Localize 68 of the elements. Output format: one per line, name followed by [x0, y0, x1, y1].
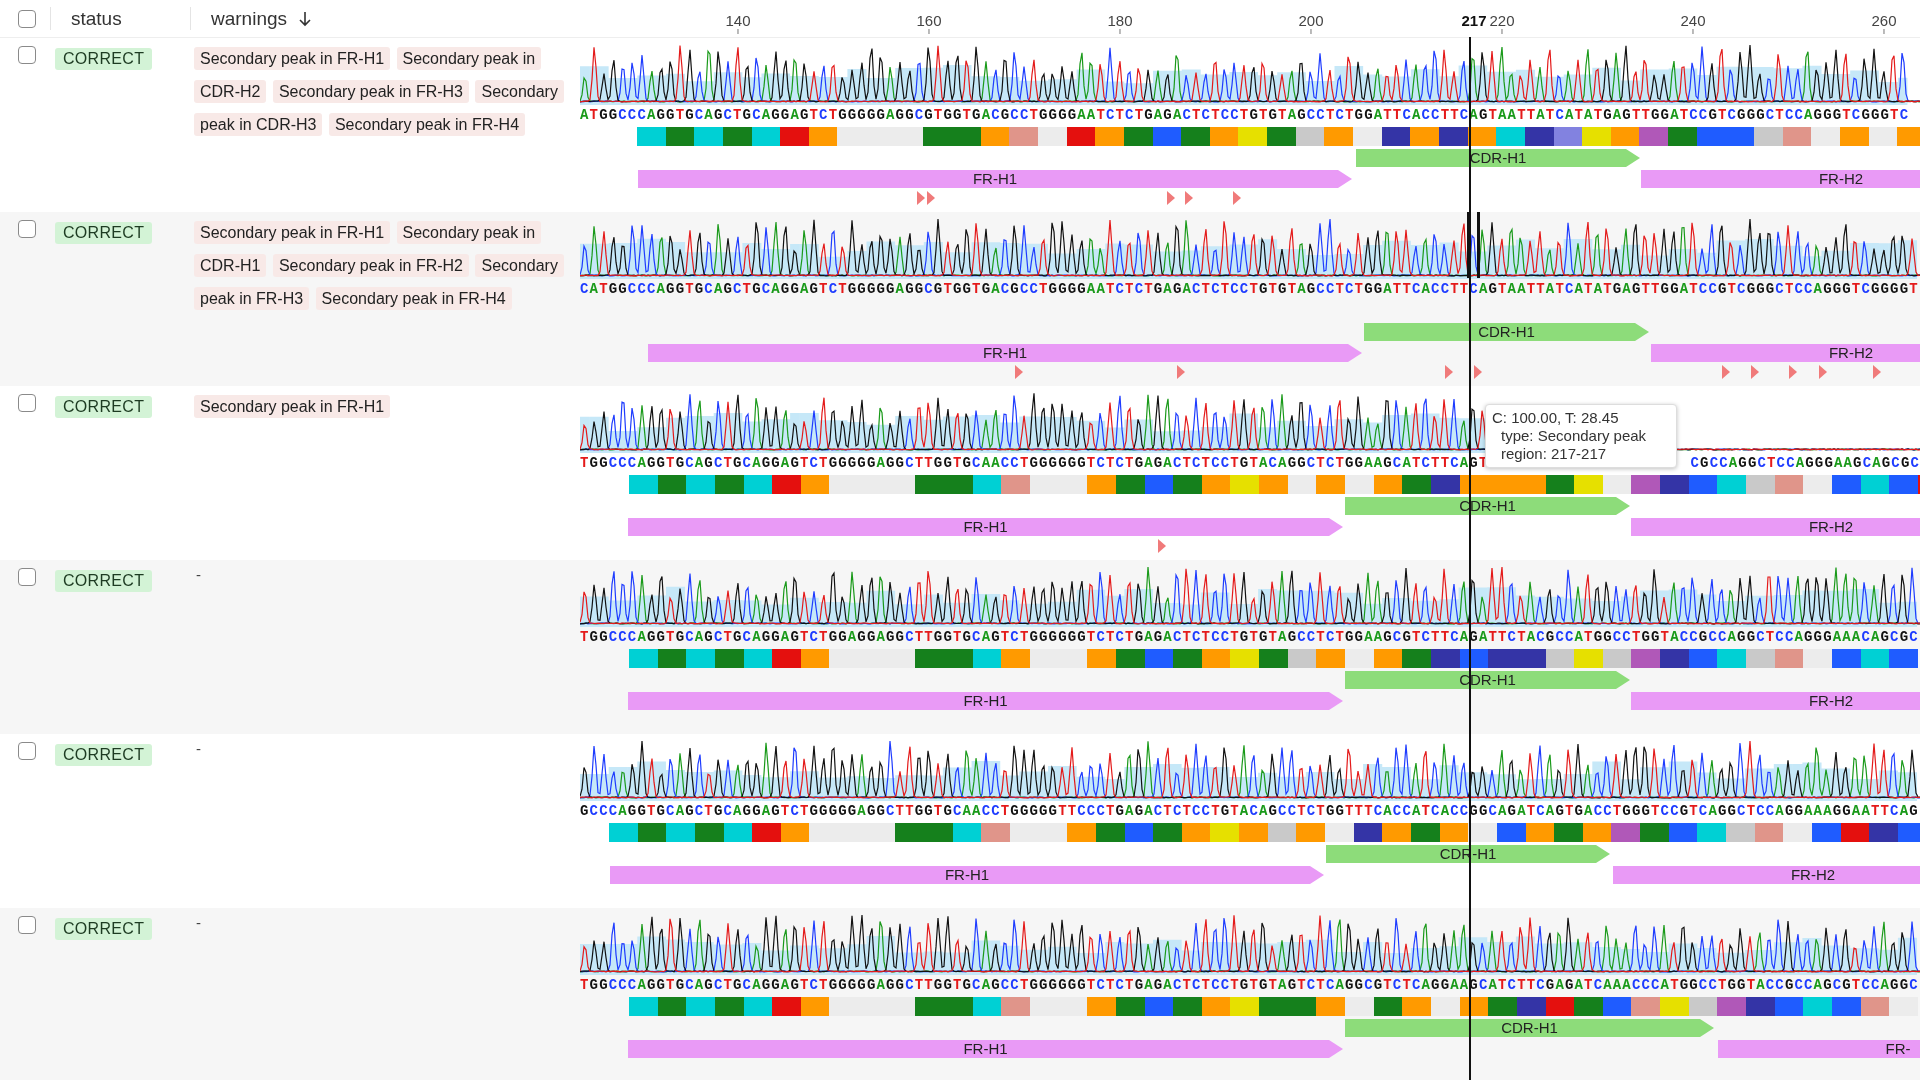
sort-arrow-icon[interactable]	[299, 10, 312, 27]
region-bar: FR-H1	[628, 1040, 1343, 1058]
peak-marker-icon	[1185, 191, 1193, 205]
tooltip-text: type: Secondary peak	[1500, 427, 1648, 445]
region-bar: CDR-H1	[1356, 149, 1640, 167]
peak-marker-icon	[1819, 365, 1827, 379]
checkbox[interactable]	[18, 46, 36, 64]
region-bar: FR-H1	[648, 344, 1362, 362]
checkbox[interactable]	[18, 220, 36, 238]
warning-tag: Secondary peak in FR-H3	[272, 80, 469, 103]
region-bar: FR-H1	[638, 170, 1352, 188]
warning-tag: Secondary peak in FR-H1	[194, 395, 391, 418]
empty-value: -	[195, 913, 202, 933]
axis-label: 220	[1489, 12, 1515, 29]
warning-tag: Secondary peak in FR-H1	[194, 47, 391, 70]
checkbox[interactable]	[18, 568, 36, 586]
peak-marker-icon	[1751, 365, 1759, 379]
checkbox[interactable]	[18, 394, 36, 412]
status-tag: CORRECT	[55, 744, 153, 766]
peak-marker-icon	[927, 191, 935, 205]
status-tag: CORRECT	[55, 918, 153, 940]
status-tag: CORRECT	[55, 222, 153, 244]
peak-marker-icon	[1158, 539, 1166, 553]
peak-marker-icon	[1873, 365, 1881, 379]
region-bar: FR-H1	[610, 866, 1324, 884]
region-bar: FR-H2	[1631, 692, 1920, 710]
checkbox[interactable]	[18, 916, 36, 934]
axis-label: 140	[725, 12, 751, 29]
peak-marker-icon	[1474, 365, 1482, 379]
axis-label: 240	[1680, 12, 1706, 29]
peak-marker-icon	[1445, 365, 1453, 379]
empty-value: -	[195, 565, 202, 585]
axis-label: 200	[1298, 12, 1324, 29]
region-bar: CDR-H1	[1345, 1019, 1714, 1037]
axis-label: 260	[1871, 12, 1897, 29]
checkbox[interactable]	[18, 742, 36, 760]
region-bar: CDR-H1	[1364, 323, 1649, 341]
warning-tag: Secondary peak in FR-H4	[328, 113, 526, 136]
region-bar: FR-H1	[628, 692, 1343, 710]
peak-marker-icon	[1722, 365, 1730, 379]
region-bar: FR-	[1718, 1040, 1920, 1058]
peak-marker-icon	[1789, 365, 1797, 379]
peak-marker-icon	[1177, 365, 1185, 379]
axis-label: 217	[1461, 12, 1487, 29]
column-header[interactable]: warnings	[211, 7, 288, 30]
base-sequence: CGCCAGGCTCCAGGGAAGCAGCGC	[1690, 455, 1920, 472]
region-bar: FR-H2	[1641, 170, 1920, 188]
warning-tag: Secondary peak in FR-H2	[272, 254, 469, 277]
tooltip-text: region: 217-217	[1500, 445, 1608, 463]
checkbox[interactable]	[18, 9, 36, 28]
axis-label: 160	[916, 12, 942, 29]
axis-label: 180	[1107, 12, 1133, 29]
status-tag: CORRECT	[55, 396, 153, 418]
tooltip-text: C: 100.00, T: 28.45	[1492, 409, 1620, 427]
peak-marker-icon	[917, 191, 925, 205]
empty-value: -	[195, 739, 202, 759]
region-bar: FR-H2	[1631, 518, 1920, 536]
region-bar: FR-H2	[1613, 866, 1920, 884]
region-bar: FR-H2	[1651, 344, 1920, 362]
region-bar: FR-H1	[628, 518, 1343, 536]
status-tag: CORRECT	[55, 570, 153, 592]
warning-tag: Secondary peak in FR-H1	[194, 221, 391, 244]
peak-marker-icon	[1015, 365, 1023, 379]
warning-tag: Secondary peak in FR-H4	[315, 287, 512, 310]
column-header[interactable]: status	[71, 7, 122, 30]
peak-marker-icon	[1233, 191, 1241, 205]
status-tag: CORRECT	[55, 48, 153, 70]
peak-marker-icon	[1167, 191, 1175, 205]
